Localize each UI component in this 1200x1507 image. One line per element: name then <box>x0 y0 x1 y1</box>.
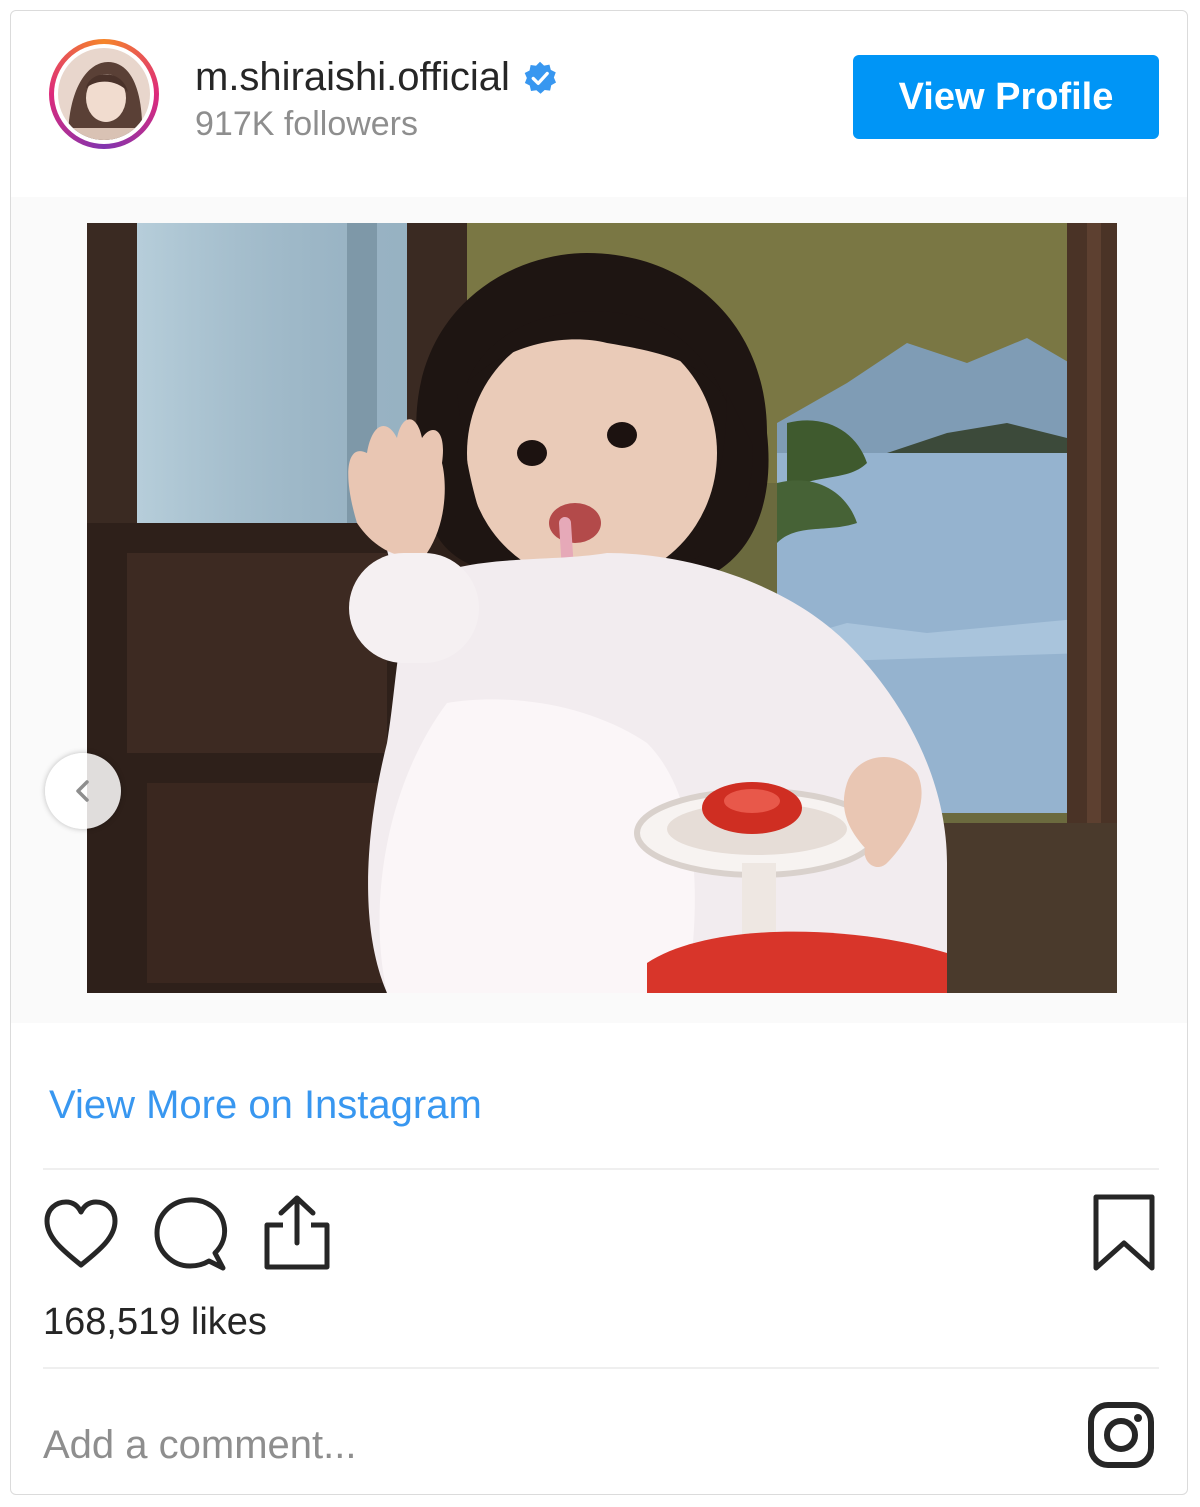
verified-badge-icon <box>524 61 556 94</box>
instagram-embed-card: m.shiraishi.official 917K followers View… <box>10 10 1188 1495</box>
chevron-left-icon <box>76 780 89 802</box>
carousel-prev-button[interactable] <box>45 753 121 829</box>
post-photo[interactable] <box>87 223 1117 993</box>
username[interactable]: m.shiraishi.official <box>195 55 510 100</box>
view-more-link[interactable]: View More on Instagram <box>49 1083 482 1128</box>
view-profile-button[interactable]: View Profile <box>853 55 1159 139</box>
media-container <box>11 197 1187 1169</box>
bookmark-icon[interactable] <box>1091 1193 1157 1273</box>
divider <box>43 1367 1159 1369</box>
share-icon[interactable] <box>261 1193 333 1273</box>
avatar[interactable] <box>49 39 159 149</box>
likes-count: 168,519 likes <box>43 1301 267 1343</box>
divider <box>43 1168 1159 1170</box>
comment-input[interactable] <box>43 1415 1043 1475</box>
avatar-image <box>58 48 150 140</box>
followers-count: 917K followers <box>195 105 419 143</box>
instagram-icon[interactable] <box>1087 1401 1155 1469</box>
comment-icon[interactable] <box>151 1195 229 1273</box>
heart-icon[interactable] <box>41 1197 121 1271</box>
